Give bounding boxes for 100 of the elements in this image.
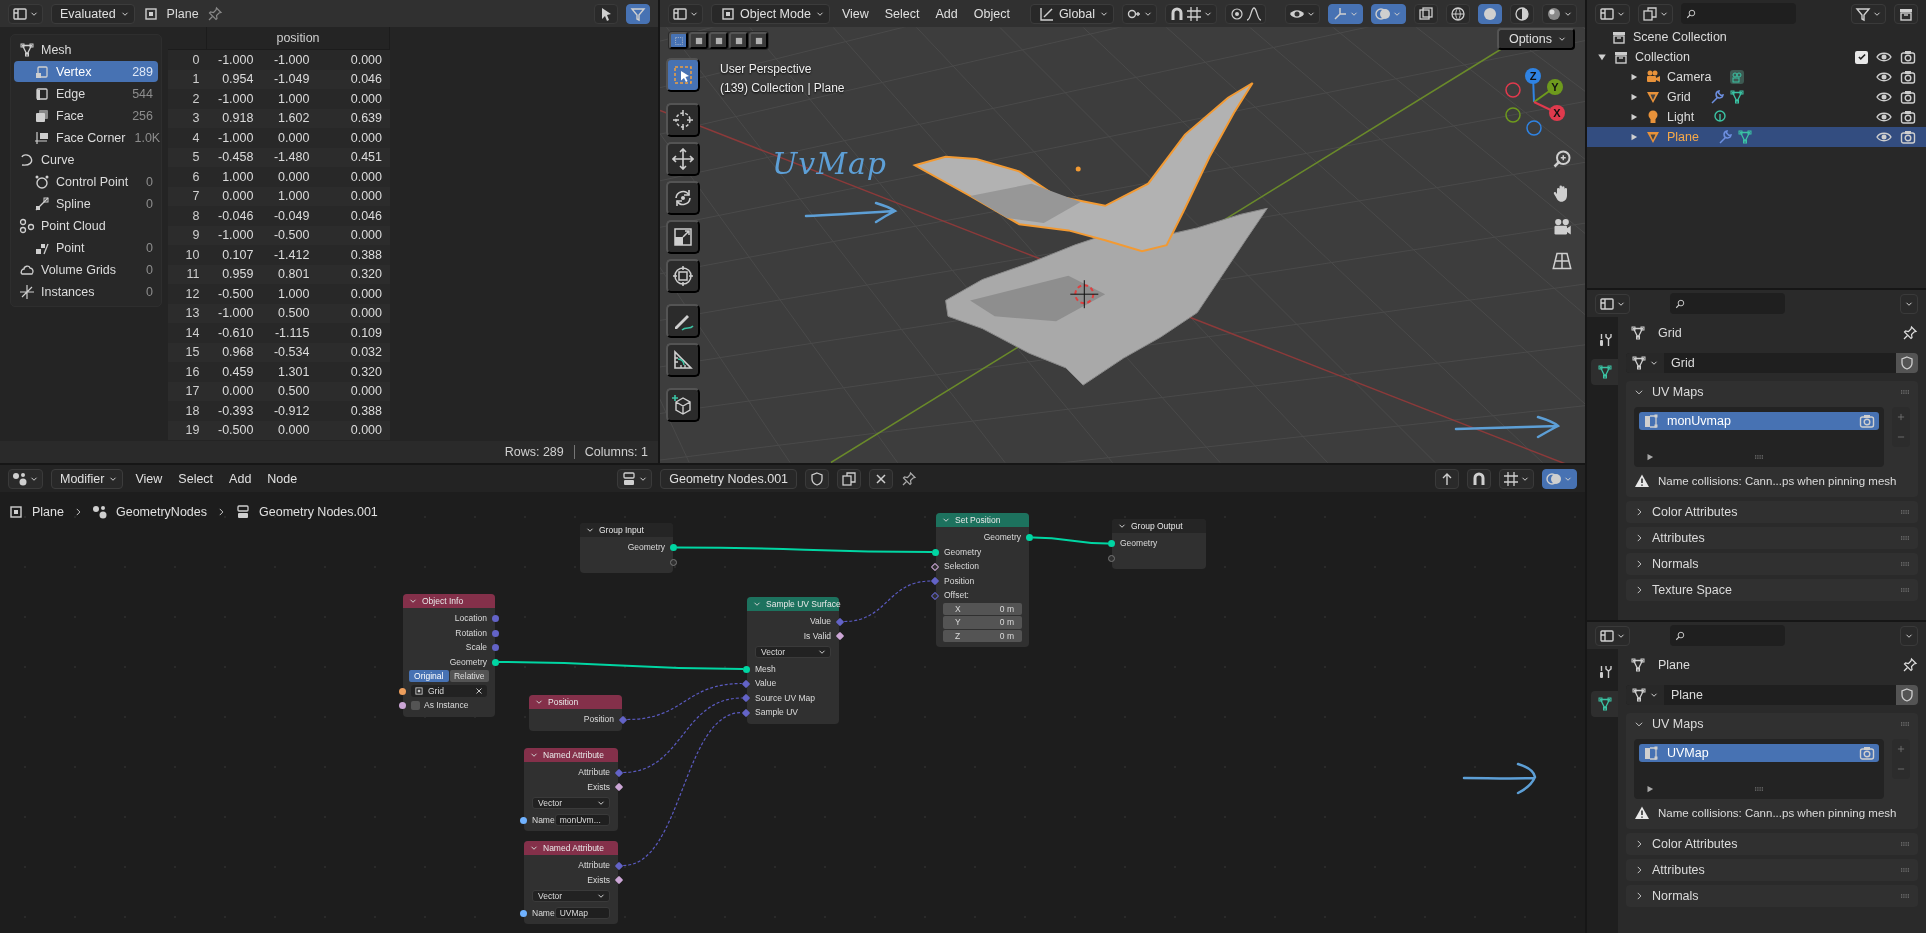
table-cell-text: -1.480 xyxy=(272,150,311,165)
uv-map-item[interactable]: UVMap xyxy=(1639,744,1879,762)
text-field[interactable]: monUvm... xyxy=(554,813,610,826)
mode-dropdown[interactable]: Evaluated xyxy=(51,3,135,24)
node-header[interactable]: Group Input xyxy=(580,523,673,537)
node-title: Object Info xyxy=(422,596,464,606)
menu-item[interactable]: Node xyxy=(263,471,302,486)
domain-item[interactable]: Spline 0 xyxy=(14,193,158,214)
panel-header[interactable]: Attributes xyxy=(1626,859,1918,881)
row-index: 5 xyxy=(191,150,201,165)
table-cell-text: 0.046 xyxy=(349,208,383,223)
domain-item[interactable]: Curve xyxy=(14,149,158,170)
context-dropdown[interactable]: Modifier xyxy=(51,468,124,489)
panel-header[interactable]: Color Attributes xyxy=(1626,501,1918,523)
data-type-dropdown[interactable]: Vector xyxy=(532,890,610,903)
object-name: Plane xyxy=(166,6,199,21)
number-field[interactable]: Y 0 m xyxy=(943,616,1022,629)
menu-item[interactable]: View xyxy=(131,471,167,486)
table-cell-text: -1.000 xyxy=(216,91,255,106)
panel-header[interactable]: UV Maps xyxy=(1626,713,1918,735)
mode-dropdown[interactable]: Object Mode xyxy=(711,3,830,24)
menu-item[interactable]: Select xyxy=(880,6,924,21)
table-cell-text: 1.602 xyxy=(277,111,311,126)
node-header[interactable]: Group Output xyxy=(1112,519,1206,533)
table-cell-text: 0.459 xyxy=(221,364,255,379)
toggle-option[interactable]: Original xyxy=(409,670,449,683)
panel-header[interactable]: UV Maps xyxy=(1626,381,1918,403)
domain-item[interactable]: Edge 544 xyxy=(14,83,158,104)
panel-header[interactable]: Normals xyxy=(1626,553,1918,575)
outliner-item[interactable]: Camera xyxy=(1667,70,1712,84)
socket-label: Scale xyxy=(465,642,487,653)
toggle-option[interactable]: Relative xyxy=(449,670,489,683)
data-type-dropdown[interactable]: Vector xyxy=(755,646,831,659)
domain-item[interactable]: Point 0 xyxy=(14,237,158,258)
table-cell-text: 0.000 xyxy=(349,306,383,321)
table-cell-text: -0.046 xyxy=(216,208,255,223)
viewport-info-text: User Perspective xyxy=(720,61,813,78)
table-cell-text: -1.000 xyxy=(216,228,255,243)
domain-item[interactable]: Mesh xyxy=(14,39,158,60)
table-cell-text: 0.918 xyxy=(221,111,255,126)
node-group-field[interactable]: Geometry Nodes.001 xyxy=(660,468,798,489)
domain-item[interactable]: Instances 0 xyxy=(14,281,158,302)
node-header[interactable]: Named Attribute xyxy=(524,841,618,855)
table-cell-text: 0.801 xyxy=(277,267,311,282)
outliner-item[interactable]: Collection xyxy=(1635,50,1690,64)
number-field[interactable]: Z 0 m xyxy=(943,629,1022,642)
socket-label: Exists xyxy=(587,781,610,792)
table-cell-text: 0.046 xyxy=(349,72,383,87)
domain-item[interactable]: Face Corner 1.0K xyxy=(14,127,158,148)
table-cell-text: 0.451 xyxy=(349,150,383,165)
menu-item[interactable]: Add xyxy=(225,471,256,486)
domain-item[interactable]: Vertex 289 xyxy=(14,61,158,82)
outliner-item[interactable]: Light xyxy=(1667,110,1695,124)
table-cell-text: 0.388 xyxy=(349,403,383,418)
field-label: Name xyxy=(532,907,555,918)
table-cell-text: -1.000 xyxy=(272,52,311,67)
warning-message: Name collisions: Cann...ps when pinning mesh xyxy=(1658,475,1897,487)
row-index: 6 xyxy=(191,169,201,184)
data-type-dropdown[interactable]: Vector xyxy=(532,797,610,810)
row-index: 14 xyxy=(184,325,201,340)
table-cell-text: -1.000 xyxy=(216,306,255,321)
socket-label: Is Valid xyxy=(803,630,831,641)
menu-item[interactable]: Object xyxy=(969,6,1014,21)
table-cell-text: -1.412 xyxy=(272,247,311,262)
breadcrumb-link[interactable]: Geometry Nodes.001 xyxy=(259,505,378,519)
node-header[interactable]: Sample UV Surface xyxy=(747,597,839,611)
outliner-item[interactable]: Grid xyxy=(1667,90,1691,104)
node-header[interactable]: Named Attribute xyxy=(524,748,618,762)
socket-label: Attribute xyxy=(578,860,610,871)
menu-item[interactable]: Select xyxy=(174,471,218,486)
breadcrumb-link[interactable]: Plane xyxy=(32,505,64,519)
uv-map-item[interactable]: monUvmap xyxy=(1639,412,1879,430)
text-field[interactable]: UVMap xyxy=(554,906,610,919)
domain-item[interactable]: Volume Grids 0 xyxy=(14,259,158,280)
panel-header[interactable]: Normals xyxy=(1626,885,1918,907)
node-header[interactable]: Object Info xyxy=(403,594,495,608)
domain-item[interactable]: Control Point 0 xyxy=(14,171,158,192)
socket-label: Geometry xyxy=(627,542,665,553)
node-title: Position xyxy=(548,697,579,707)
menu-item[interactable]: View xyxy=(837,6,873,21)
table-cell-text: 0.954 xyxy=(221,72,255,87)
domain-item[interactable]: Face 256 xyxy=(14,105,158,126)
axis-label: Z xyxy=(1529,70,1537,82)
panel-header[interactable]: Attributes xyxy=(1626,527,1918,549)
breadcrumb-link[interactable]: GeometryNodes xyxy=(116,505,207,519)
node-header[interactable]: Position xyxy=(529,695,622,709)
object-field[interactable]: Grid xyxy=(411,684,487,697)
node-header[interactable]: Set Position xyxy=(936,513,1029,527)
row-index: 16 xyxy=(184,364,201,379)
panel-header[interactable]: Texture Space xyxy=(1626,579,1918,601)
outliner-item[interactable]: Plane xyxy=(1667,130,1699,144)
number-field[interactable]: X 0 m xyxy=(943,602,1022,615)
table-cell-text: 0.639 xyxy=(349,111,383,126)
options-dropdown[interactable]: Options xyxy=(1496,28,1575,50)
domain-item[interactable]: Point Cloud xyxy=(14,215,158,236)
panel-header[interactable]: Color Attributes xyxy=(1626,833,1918,855)
menu-item[interactable]: Add xyxy=(931,6,962,21)
orientation-dropdown[interactable]: Global xyxy=(1029,3,1115,24)
outliner-item[interactable]: Scene Collection xyxy=(1633,30,1727,44)
column-header[interactable]: position xyxy=(206,27,390,49)
